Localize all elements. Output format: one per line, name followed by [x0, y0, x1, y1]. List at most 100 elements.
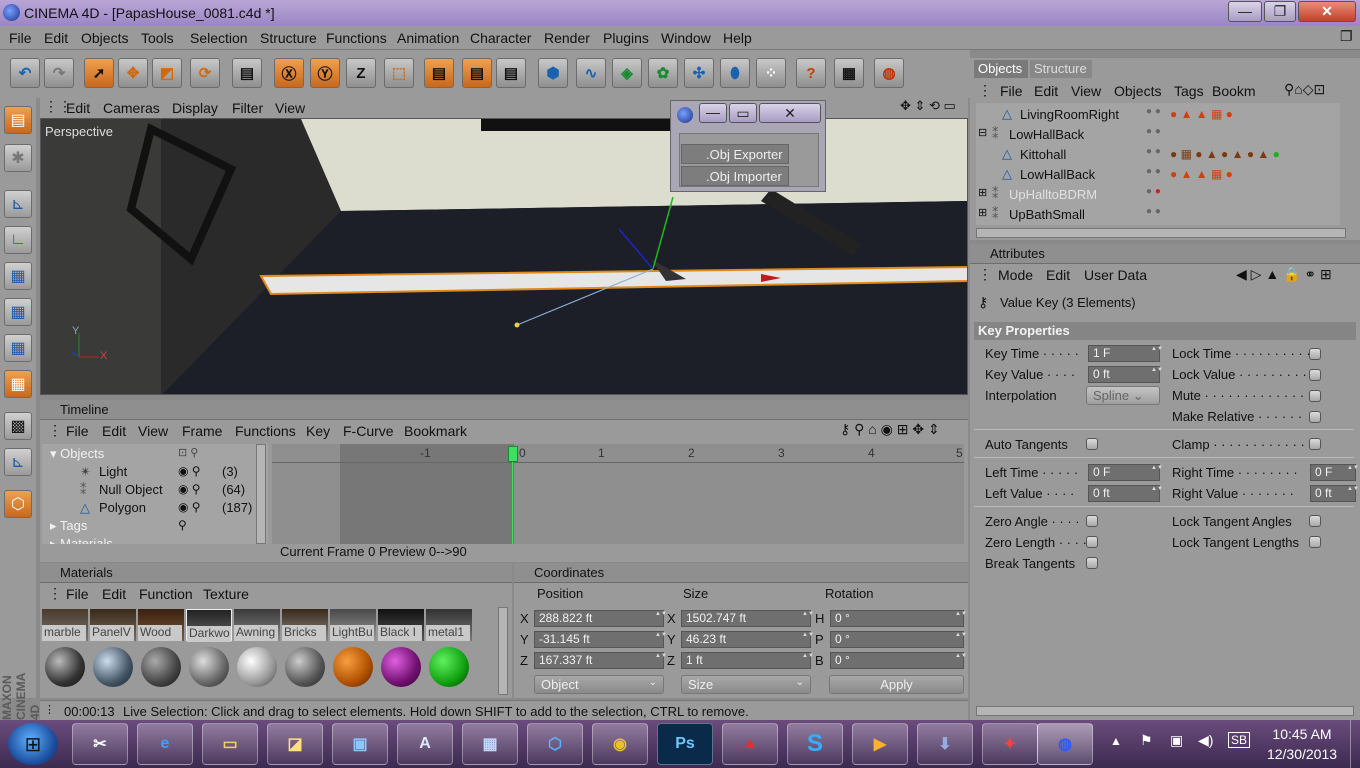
key-value-field[interactable]: 0 ft [1088, 366, 1160, 383]
key-time-field[interactable]: 1 F [1088, 345, 1160, 362]
3d-app-icon[interactable]: ⬡ [527, 723, 583, 765]
position-y-field[interactable]: -31.145 ft [534, 631, 664, 648]
tab-structure[interactable]: Structure [1030, 60, 1092, 78]
clock-date[interactable]: 12/30/2013 [1262, 746, 1342, 762]
popup-maximize-button[interactable]: ▭ [729, 103, 757, 123]
expand-icon[interactable]: ⊞ [978, 206, 987, 219]
rotation-p-field[interactable]: 0 ° [830, 631, 964, 648]
tab-objects[interactable]: Objects [974, 60, 1028, 78]
viewport-nav-icons[interactable]: ✥ ⇕ ⟲ ▭ [900, 98, 956, 114]
nurbs-icon[interactable]: ◈ [612, 58, 642, 88]
x-axis-icon[interactable]: Ⓧ [274, 58, 304, 88]
perspective-viewport[interactable]: Perspective Y X [40, 118, 968, 395]
material-sphere[interactable] [381, 647, 421, 687]
z-axis-icon[interactable]: Z [346, 58, 376, 88]
auto-tangents-checkbox[interactable] [1086, 438, 1098, 450]
material-sphere[interactable] [141, 647, 181, 687]
visibility-dots[interactable]: ● ● [1146, 106, 1161, 117]
visibility-icons[interactable]: ◉ ⚲ [178, 464, 201, 478]
timeline-menu-frame[interactable]: Frame [182, 423, 222, 439]
table-icon[interactable]: ▦ [834, 58, 864, 88]
material-swatch[interactable]: Bricks [282, 609, 328, 641]
cinema4d-app-icon[interactable] [3, 4, 20, 21]
menu-edit[interactable]: Edit [44, 30, 68, 46]
left-value-field[interactable]: 0 ft [1088, 485, 1160, 502]
timeline-menu-fcurve[interactable]: F-Curve [343, 423, 394, 439]
control-panel-icon[interactable]: ▦ [462, 723, 518, 765]
lock-value-checkbox[interactable] [1309, 369, 1321, 381]
clock-time[interactable]: 10:45 AM [1262, 726, 1342, 742]
timeline-menu-view[interactable]: View [138, 423, 168, 439]
timeline-tool-icons[interactable]: ⚷ ⚲ ⌂ ◉ ⊞ ✥ ⇕ [840, 421, 940, 438]
materials-menu-texture[interactable]: Texture [203, 586, 249, 602]
position-x-field[interactable]: 288.822 ft [534, 610, 664, 627]
menu-restore-icon[interactable]: ❐ [1340, 28, 1353, 45]
horizontal-scrollbar[interactable] [976, 228, 1346, 238]
tree-materials[interactable]: ▸ Materials [50, 536, 113, 544]
nav-back-icon[interactable]: ◀ ▷ ▲ 🔒 ⚭ ⊞ [1236, 266, 1332, 283]
visibility-dots[interactable]: ● ● [1146, 146, 1161, 157]
network-icon[interactable]: ▣ [1170, 732, 1183, 749]
globe-icon[interactable]: ◍ [874, 58, 904, 88]
render-picture-viewer-icon[interactable]: ▤ [462, 58, 492, 88]
material-sphere[interactable] [333, 647, 373, 687]
material-sphere[interactable] [237, 647, 277, 687]
visibility-dots[interactable]: ● ● [1146, 206, 1161, 217]
visibility-dots[interactable]: ● ● [1146, 186, 1161, 197]
acrobat-icon[interactable]: ▲ [722, 723, 778, 765]
material-sphere[interactable] [93, 647, 133, 687]
material-sphere[interactable] [45, 647, 85, 687]
left-time-field[interactable]: 0 F [1088, 464, 1160, 481]
snipping-tool-icon[interactable]: ✂ [72, 723, 128, 765]
visibility-icons[interactable]: ◉ ⚲ [178, 500, 201, 514]
viewport-layout-icon[interactable]: ▤ [4, 106, 32, 134]
photoshop-icon[interactable]: Ps [657, 723, 713, 765]
tree-scrollbar[interactable] [256, 444, 266, 544]
skype-icon[interactable]: S [787, 723, 843, 765]
help-cursor-icon[interactable]: ? [796, 58, 826, 88]
viewport-menu-view[interactable]: View [275, 100, 305, 116]
sculpt-icon[interactable]: ⬡ [4, 490, 32, 518]
object-row[interactable]: △ LivingRoomRight ● ● ● ▲ ▲ ▦ ● [976, 106, 1340, 126]
photo-viewer-icon[interactable]: ▣ [332, 723, 388, 765]
material-swatch[interactable]: Wood [138, 609, 184, 641]
chrome-icon[interactable]: ◉ [592, 723, 648, 765]
object-row[interactable]: △ Kittohall ● ● ● ▦ ● ▲ ● ▲ ● ▲ ● [976, 146, 1340, 166]
tag-icons[interactable]: ● ▲ ▲ ▦ ● [1170, 167, 1233, 181]
edges-mode-icon[interactable]: ▦ [4, 298, 32, 326]
apply-button[interactable]: Apply [829, 675, 964, 694]
start-button[interactable]: ⊞ [8, 723, 58, 765]
menu-tools[interactable]: Tools [141, 30, 174, 46]
timeline-menu-functions[interactable]: Functions [235, 423, 296, 439]
points-mode-icon[interactable]: ▦ [4, 262, 32, 290]
obj-importer-button[interactable]: .Obj Importer [681, 166, 789, 186]
viewport-menu-filter[interactable]: Filter [232, 100, 263, 116]
objects-menu-objects[interactable]: Objects [1114, 83, 1161, 99]
playhead-handle[interactable] [508, 446, 518, 462]
menu-window[interactable]: Window [661, 30, 711, 46]
right-time-field[interactable]: 0 F [1310, 464, 1356, 481]
scale-icon[interactable]: ◩ [152, 58, 182, 88]
minimize-button[interactable]: — [1228, 1, 1262, 22]
action-center-icon[interactable]: ⚑ [1140, 732, 1153, 749]
objects-menu-view[interactable]: View [1071, 83, 1101, 99]
menu-character[interactable]: Character [470, 30, 531, 46]
tree-item-null-object[interactable]: Null Object [99, 482, 163, 497]
object-row[interactable]: ⊞ ⁑ UpHalltoBDRM ● ● [976, 186, 1340, 206]
menu-selection[interactable]: Selection [190, 30, 248, 46]
live-selection-icon[interactable]: ➚ [84, 58, 114, 88]
render-region-icon[interactable]: ▤ [232, 58, 262, 88]
timeline-graph[interactable]: -1 0 1 2 3 4 5 [272, 444, 964, 544]
size-y-field[interactable]: 46.23 ft [681, 631, 811, 648]
zero-angle-checkbox[interactable] [1086, 515, 1098, 527]
tree-item-polygon[interactable]: Polygon [99, 500, 146, 515]
usb-drive-icon[interactable]: ⬇ [917, 723, 973, 765]
material-swatch[interactable]: PanelV [90, 609, 136, 641]
camera-icon[interactable]: ⊡ ⚲ [178, 446, 198, 459]
objects-menu-file[interactable]: File [1000, 83, 1023, 99]
search-icon[interactable]: ⚲⌂◇⊡ [1284, 81, 1325, 98]
material-swatch[interactable]: metal1 [426, 609, 472, 641]
materials-menu-function[interactable]: Function [139, 586, 193, 602]
material-swatch[interactable]: Black I [378, 609, 424, 641]
lock-time-checkbox[interactable] [1309, 348, 1321, 360]
